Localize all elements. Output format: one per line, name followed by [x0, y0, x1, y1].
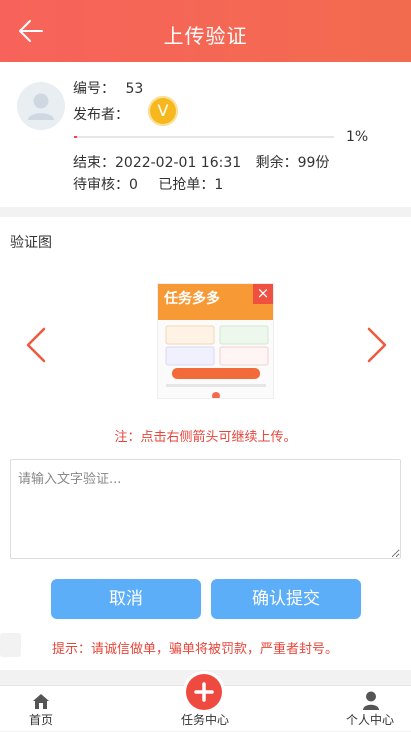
publisher-label: 发布者： [73, 107, 129, 123]
tab-home[interactable]: 首页 [20, 686, 62, 732]
tab-task-center-label: 任务中心 [180, 713, 229, 727]
upload-hint: 注：点击右侧箭头可继续上传。 [114, 430, 297, 445]
submit-button[interactable]: 确认提交 [211, 579, 361, 619]
remaining-label: 剩余： [255, 155, 298, 171]
progress-percent: 1% [346, 129, 369, 145]
close-icon[interactable]: × [253, 284, 273, 304]
plus-button[interactable] [186, 674, 222, 710]
task-number-label: 编号： [73, 81, 115, 97]
tab-profile-label: 个人中心 [345, 713, 394, 727]
taken-count: 1 [214, 177, 224, 193]
pending-label: 待审核： [73, 177, 129, 193]
taken-label: 已抢单： [158, 177, 215, 193]
chevron-right-icon[interactable] [361, 325, 391, 365]
tab-profile[interactable]: 个人中心 [340, 686, 400, 732]
avatar [17, 82, 65, 130]
pending-count: 0 [129, 177, 138, 193]
page-title: 上传验证 [163, 24, 248, 48]
tab-home-label: 首页 [28, 713, 53, 727]
end-remaining-row: 结束：2022-02-01 16:31 剩余：99份 [73, 152, 329, 172]
cancel-button[interactable]: 取消 [51, 579, 201, 619]
verify-card: 验证图 任务多多 × 注：点击右侧箭头可继续上传。 取消 确认提交 提示：请诚信… [0, 217, 411, 670]
task-number: 53 [125, 81, 144, 97]
user-icon [363, 691, 379, 710]
app-header: 上传验证 [0, 0, 411, 62]
remaining-count: 99份 [297, 155, 330, 171]
progress-fill [74, 136, 77, 138]
uploaded-screenshot-thumbnail[interactable]: 任务多多 × [157, 283, 274, 399]
end-label: 结束： [73, 155, 115, 171]
home-icon [33, 694, 49, 709]
progress-bar [74, 136, 334, 138]
status-row: 待审核：0 已抢单：1 [73, 174, 223, 194]
user-avatar-icon [28, 93, 54, 120]
vip-badge: V [148, 96, 178, 126]
chevron-left-icon[interactable] [22, 325, 52, 365]
integrity-tip: 提示：请诚信做单，骗单将被罚款，严重者封号。 [52, 642, 339, 657]
plus-icon [194, 682, 214, 702]
agree-checkbox[interactable] [0, 633, 21, 657]
task-number-row: 编号： 53 [73, 78, 143, 98]
thumbnail-banner: 任务多多 [164, 291, 220, 307]
section-label: 验证图 [10, 235, 52, 251]
end-time: 2022-02-01 16:31 [115, 155, 242, 171]
text-verify-input[interactable] [10, 459, 401, 559]
